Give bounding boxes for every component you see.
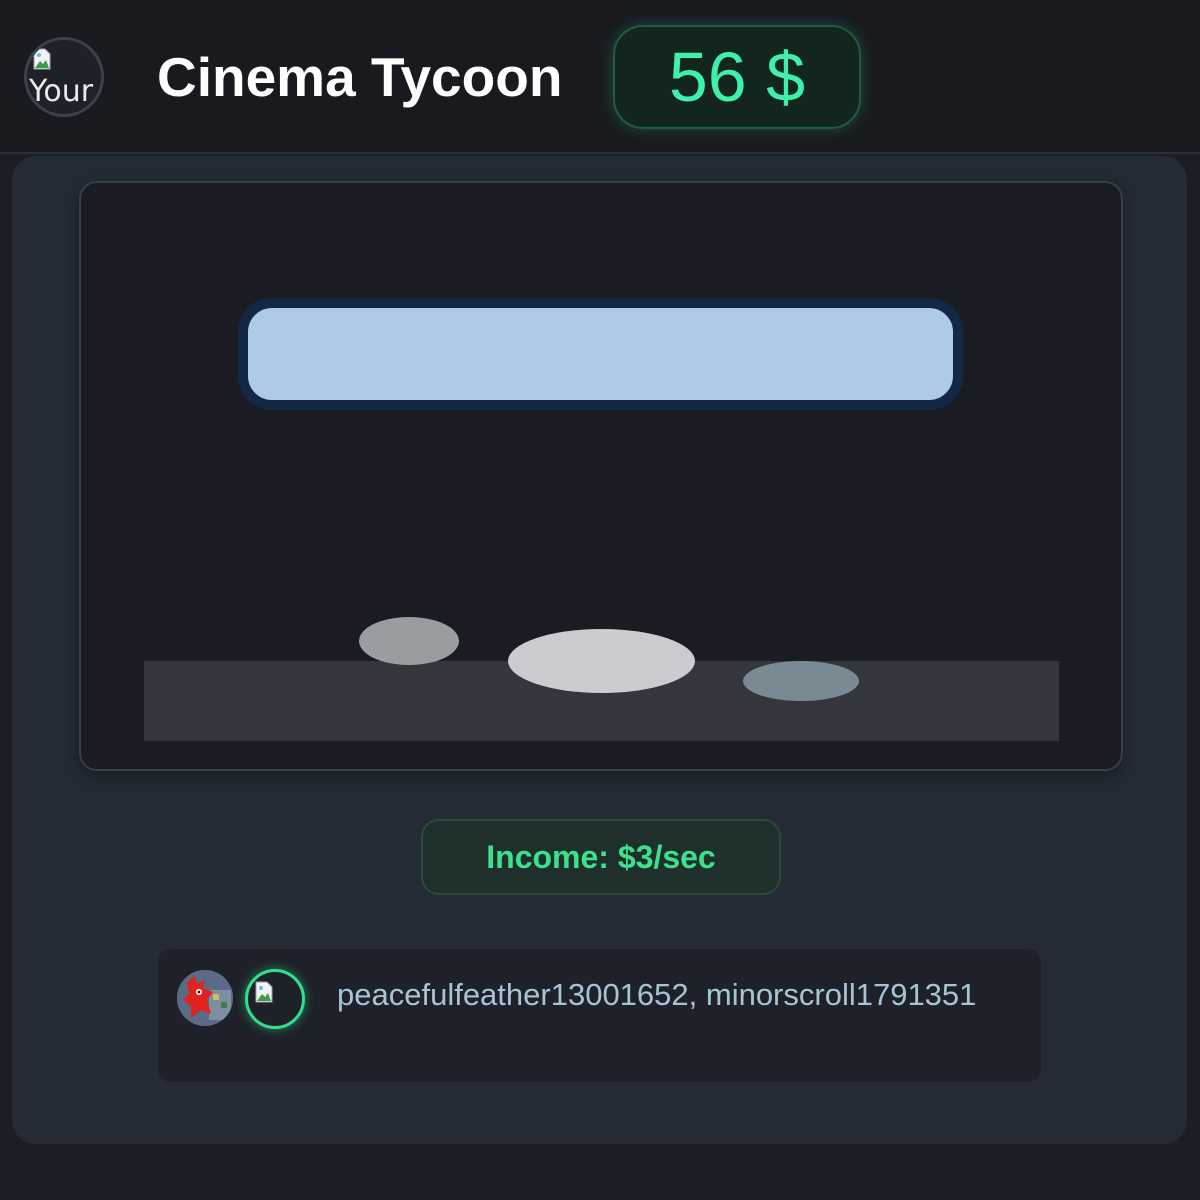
broken-image-icon (255, 981, 273, 1003)
player-names: peacefulfeather13001652, minorscroll1791… (337, 977, 977, 1012)
player-avatar[interactable] (245, 969, 305, 1029)
avatar-alt-text: Your (29, 74, 94, 109)
broken-image-icon (33, 48, 51, 70)
audience-head (508, 629, 695, 693)
audience-head (743, 661, 859, 701)
red-character-icon (177, 970, 233, 1026)
game-title: Cinema Tycoon (157, 46, 563, 108)
top-bar: Your Cinema Tycoon 56 $ (0, 0, 1200, 154)
user-avatar[interactable]: Your (24, 37, 104, 117)
income-badge: Income: $3/sec (421, 819, 781, 895)
cinema-theater[interactable] (79, 181, 1123, 771)
money-balance: 56 $ (613, 25, 861, 129)
movie-screen (238, 298, 963, 410)
audience-head (359, 617, 459, 665)
player-avatar-red-character[interactable] (177, 970, 233, 1026)
